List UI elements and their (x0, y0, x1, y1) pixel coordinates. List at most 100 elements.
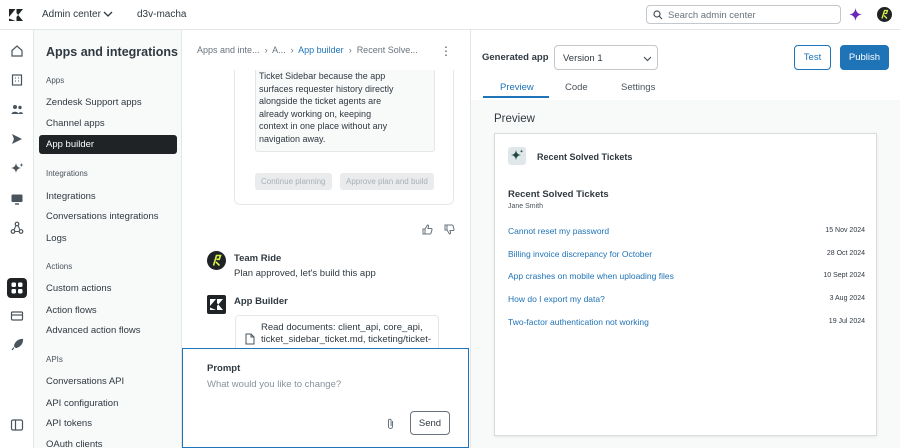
nav-item-integrations[interactable]: Integrations (46, 191, 96, 202)
continue-planning-button[interactable]: Continue planning (255, 173, 332, 190)
nav-item-advanced-action-flows[interactable]: Advanced action flows (46, 325, 141, 336)
test-button[interactable]: Test (794, 45, 831, 70)
nav-item-conversations-integrations[interactable]: Conversations integrations (46, 211, 158, 222)
publish-button[interactable]: Publish (840, 45, 889, 70)
ticket-link[interactable]: Cannot reset my password (508, 226, 609, 236)
version-select[interactable]: Version 1 (554, 45, 658, 70)
plan-line: navigation away. (259, 133, 326, 144)
ticket-date: 19 Jul 2024 (828, 318, 865, 325)
account-icon[interactable] (10, 309, 24, 323)
tab-settings[interactable]: Settings (621, 82, 655, 93)
nav-section-apis: APIs (46, 355, 63, 364)
user-avatar[interactable] (877, 7, 892, 22)
rocket-icon[interactable] (10, 338, 24, 352)
plan-line: context in one place without any (259, 121, 388, 131)
breadcrumb-item[interactable]: A... (272, 45, 286, 55)
nav-item-oauth-clients[interactable]: OAuth clients (46, 439, 103, 448)
tool-call-text: Read documents: client_api, core_api, ti… (261, 322, 432, 345)
thumbs-up-icon[interactable] (422, 224, 433, 235)
send-button[interactable]: Send (410, 411, 450, 435)
generated-app-label: Generated app (482, 52, 549, 63)
list-title: Recent Solved Tickets (508, 189, 609, 200)
ticket-date: 15 Nov 2024 (825, 227, 865, 234)
active-tab-indicator (483, 96, 549, 98)
plan-line: surfaces requester history directly (259, 83, 394, 94)
product-icon-rail (0, 30, 34, 448)
ticket-link[interactable]: Billing invoice discrepancy for October (508, 249, 652, 259)
channels-icon[interactable] (10, 132, 24, 146)
search-box[interactable]: Search admin center (646, 5, 841, 24)
nav-item-api-tokens[interactable]: API tokens (46, 418, 92, 429)
workspaces-icon[interactable] (10, 192, 24, 206)
nav-section-integrations: Integrations (46, 169, 88, 178)
tool-call-card: Read documents: client_api, core_api, ti… (235, 315, 439, 351)
search-icon (653, 10, 663, 20)
plan-line: alongside the ticket agents are (259, 96, 382, 106)
nav-item-logs[interactable]: Logs (46, 233, 67, 244)
nav-section-apps: Apps (46, 76, 65, 85)
prompt-label: Prompt (207, 363, 241, 374)
message-author: App Builder (234, 296, 288, 307)
generated-app-header: Generated app Version 1 Test Publish Pre… (471, 30, 900, 100)
nav-item-action-flows[interactable]: Action flows (46, 305, 97, 316)
app-builder-avatar (207, 295, 226, 314)
chevron-down-icon[interactable] (103, 10, 113, 18)
breadcrumb: Apps and inte... › A... › App builder › … (197, 45, 418, 55)
tab-code[interactable]: Code (565, 82, 588, 93)
account-name: d3v-macha (137, 9, 187, 20)
app-icon (508, 147, 526, 165)
team-ride-avatar (207, 251, 226, 270)
more-options-icon[interactable]: ⋮ (440, 44, 452, 58)
preview-title: Preview (494, 113, 535, 125)
ticket-row: Two-factor authentication not working 19… (508, 317, 865, 327)
nav-item-api-configuration[interactable]: API configuration (46, 398, 118, 409)
people-icon[interactable] (10, 102, 24, 116)
plan-text: Ticket Sidebar because the app surfaces … (255, 70, 435, 152)
plan-card: Ticket Sidebar because the app surfaces … (234, 70, 454, 205)
zendesk-logo-icon (210, 299, 223, 310)
prompt-box: Prompt Send (182, 348, 469, 448)
nav-item-custom-actions[interactable]: Custom actions (46, 283, 111, 294)
objects-icon[interactable] (10, 221, 24, 235)
team-ride-logo-icon (212, 254, 222, 267)
breadcrumb-item-current: Recent Solve... (356, 45, 418, 55)
message-author: Team Ride (234, 253, 282, 264)
ticket-link[interactable]: App crashes on mobile when uploading fil… (508, 271, 674, 281)
attachment-icon[interactable] (386, 418, 395, 430)
breadcrumb-item[interactable]: Apps and inte... (197, 45, 260, 55)
nav-item-conversations-api[interactable]: Conversations API (46, 376, 124, 387)
zendesk-logo-icon[interactable] (9, 8, 23, 22)
ticket-row: Cannot reset my password 15 Nov 2024 (508, 226, 865, 236)
version-value: Version 1 (563, 53, 603, 64)
building-icon[interactable] (10, 73, 24, 87)
nav-item-app-builder[interactable]: App builder (39, 135, 177, 154)
ticket-date: 3 Aug 2024 (829, 295, 865, 302)
home-icon[interactable] (10, 44, 24, 58)
breadcrumb-item-app-builder[interactable]: App builder (298, 45, 344, 55)
chevron-down-icon (643, 56, 652, 62)
thumbs-down-icon[interactable] (444, 224, 455, 235)
ticket-link[interactable]: Two-factor authentication not working (508, 317, 649, 327)
app-preview-card: Recent Solved Tickets Recent Solved Tick… (494, 133, 877, 436)
ticket-row: App crashes on mobile when uploading fil… (508, 271, 865, 281)
ticket-date: 10 Sept 2024 (823, 272, 865, 279)
ai-sparkle-icon[interactable] (10, 162, 24, 176)
ai-sparkle-icon[interactable] (849, 8, 862, 21)
top-bar: Admin center d3v-macha Search admin cent… (0, 0, 900, 30)
approve-plan-button[interactable]: Approve plan and build (340, 173, 434, 190)
ticket-date: 28 Oct 2024 (826, 250, 865, 257)
nav-item-channel-apps[interactable]: Channel apps (46, 118, 105, 129)
prompt-input[interactable] (207, 379, 447, 390)
plan-line: already working on, keeping (259, 108, 372, 119)
nav-item-zendesk-support-apps[interactable]: Zendesk Support apps (46, 97, 142, 108)
product-switcher[interactable]: Admin center (42, 9, 101, 20)
nav-section-actions: Actions (46, 262, 73, 271)
nav-title: Apps and integrations (46, 45, 178, 59)
ticket-link[interactable]: How do I export my data? (508, 294, 605, 304)
generated-app-pane: Generated app Version 1 Test Publish Pre… (470, 30, 900, 448)
tab-preview[interactable]: Preview (500, 82, 534, 93)
team-ride-logo-icon (881, 9, 889, 19)
secondary-nav: Apps and integrations Apps Zendesk Suppo… (34, 30, 182, 448)
sidebar-collapse-icon[interactable] (10, 418, 24, 432)
plan-line: Ticket Sidebar because the app (259, 71, 386, 81)
